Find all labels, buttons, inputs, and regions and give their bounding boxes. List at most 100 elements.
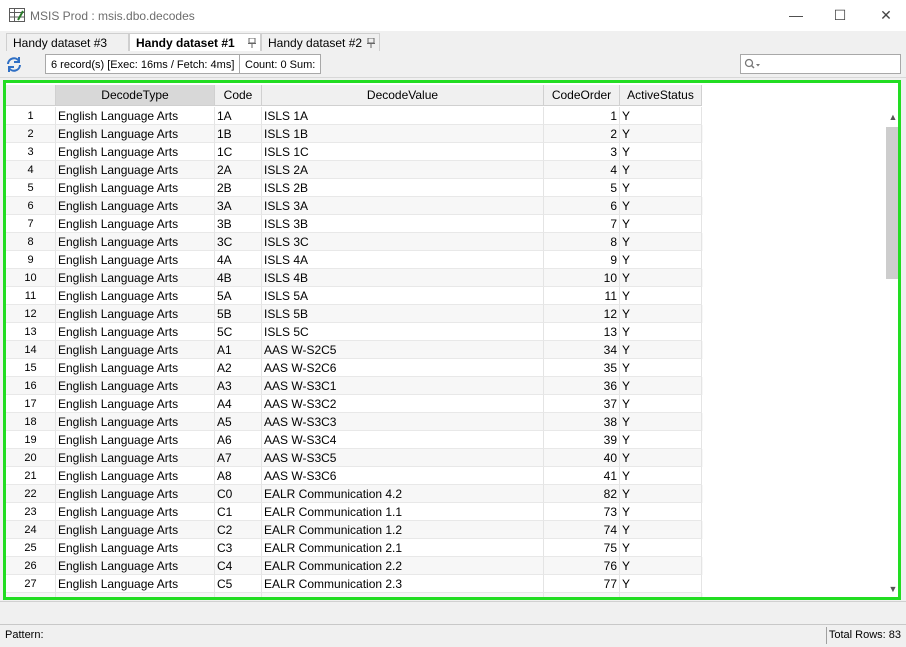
activestatus-cell[interactable]: Y xyxy=(620,125,702,143)
pin-icon[interactable] xyxy=(248,38,256,48)
table-row[interactable]: 22 English Language Arts C0 EALR Communicat… xyxy=(6,485,703,503)
table-row[interactable]: 28English Language ArtsC6EALR Communicat… xyxy=(6,593,703,597)
column-header-code[interactable]: Code xyxy=(215,85,262,106)
decodetype-cell[interactable]: English Language Arts xyxy=(56,287,215,305)
decodetype-cell[interactable]: English Language Arts xyxy=(56,485,215,503)
decodevalue-cell[interactable]: ISLS 2A xyxy=(262,161,544,179)
activestatus-cell[interactable]: Y xyxy=(620,449,702,467)
code-cell[interactable]: A3 xyxy=(215,377,262,395)
activestatus-cell[interactable]: Y xyxy=(620,323,702,341)
decodevalue-cell[interactable]: ISLS 1B xyxy=(262,125,544,143)
table-row[interactable]: 9 English Language Arts 4A ISLS 4A 9 Y xyxy=(6,251,703,269)
vertical-scrollbar[interactable]: ▲ ▼ xyxy=(885,109,898,597)
codeorder-cell[interactable]: 6 xyxy=(544,197,620,215)
codeorder-cell[interactable]: 39 xyxy=(544,431,620,449)
table-row[interactable]: 23 English Language Arts C1 EALR Communicat… xyxy=(6,503,703,521)
decodetype-cell[interactable]: English Language Arts xyxy=(56,179,215,197)
refresh-icon[interactable] xyxy=(4,55,24,74)
code-cell[interactable]: A8 xyxy=(215,467,262,485)
code-cell[interactable]: 5B xyxy=(215,305,262,323)
decodetype-cell[interactable]: English Language Arts xyxy=(56,503,215,521)
code-cell[interactable]: 1C xyxy=(215,143,262,161)
decodetype-cell[interactable]: English Language Arts xyxy=(56,323,215,341)
decodetype-cell[interactable]: English Language Arts xyxy=(56,143,215,161)
decodevalue-cell[interactable]: ISLS 5B xyxy=(262,305,544,323)
code-cell[interactable]: A5 xyxy=(215,413,262,431)
activestatus-cell[interactable]: Y xyxy=(620,395,702,413)
code-cell[interactable]: A6 xyxy=(215,431,262,449)
table-row[interactable]: 20 English Language Arts A7 AAS W-S3C5 40 Y xyxy=(6,449,703,467)
codeorder-cell[interactable]: 36 xyxy=(544,377,620,395)
code-cell[interactable]: 2B xyxy=(215,179,262,197)
activestatus-cell[interactable]: Y xyxy=(620,197,702,215)
decodetype-cell[interactable]: English Language Arts xyxy=(56,359,215,377)
decodevalue-cell[interactable]: ISLS 4A xyxy=(262,251,544,269)
table-row[interactable]: 13 English Language Arts 5C ISLS 5C 13 Y xyxy=(6,323,703,341)
decodetype-cell[interactable]: English Language Arts xyxy=(56,593,215,597)
decodevalue-cell[interactable]: EALR Communication 2.3 xyxy=(262,575,544,593)
table-row[interactable]: 4 English Language Arts 2A ISLS 2A 4 Y xyxy=(6,161,703,179)
codeorder-cell[interactable]: 77 xyxy=(544,575,620,593)
code-cell[interactable]: 3A xyxy=(215,197,262,215)
codeorder-cell[interactable]: 7 xyxy=(544,215,620,233)
code-cell[interactable]: 1B xyxy=(215,125,262,143)
code-cell[interactable]: 3B xyxy=(215,215,262,233)
activestatus-cell[interactable]: Y xyxy=(620,539,702,557)
table-row[interactable]: 1 English Language Arts 1A ISLS 1A 1 Y xyxy=(6,107,703,125)
decodetype-cell[interactable]: English Language Arts xyxy=(56,107,215,125)
codeorder-cell[interactable]: 34 xyxy=(544,341,620,359)
codeorder-cell[interactable]: 76 xyxy=(544,557,620,575)
activestatus-cell[interactable]: Y xyxy=(620,467,702,485)
activestatus-cell[interactable]: Y xyxy=(620,503,702,521)
activestatus-cell[interactable]: Y xyxy=(620,269,702,287)
table-row[interactable]: 25 English Language Arts C3 EALR Communicat… xyxy=(6,539,703,557)
activestatus-cell[interactable]: Y xyxy=(620,359,702,377)
code-cell[interactable]: C3 xyxy=(215,539,262,557)
codeorder-cell[interactable]: 78 xyxy=(544,593,620,597)
codeorder-cell[interactable]: 3 xyxy=(544,143,620,161)
activestatus-cell[interactable]: Y xyxy=(620,575,702,593)
search-input[interactable] xyxy=(740,54,901,74)
table-row[interactable]: 26 English Language Arts C4 EALR Communicat… xyxy=(6,557,703,575)
decodevalue-cell[interactable]: EALR Communication 1.2 xyxy=(262,521,544,539)
decodetype-cell[interactable]: English Language Arts xyxy=(56,431,215,449)
decodetype-cell[interactable]: English Language Arts xyxy=(56,395,215,413)
activestatus-cell[interactable]: Y xyxy=(620,557,702,575)
decodetype-cell[interactable]: English Language Arts xyxy=(56,413,215,431)
codeorder-cell[interactable]: 82 xyxy=(544,485,620,503)
table-row[interactable]: 18 English Language Arts A5 AAS W-S3C3 38 Y xyxy=(6,413,703,431)
codeorder-cell[interactable]: 41 xyxy=(544,467,620,485)
activestatus-cell[interactable]: Y xyxy=(620,179,702,197)
code-cell[interactable]: 3C xyxy=(215,233,262,251)
codeorder-cell[interactable]: 9 xyxy=(544,251,620,269)
activestatus-cell[interactable]: Y xyxy=(620,485,702,503)
table-row[interactable]: 19 English Language Arts A6 AAS W-S3C4 39 Y xyxy=(6,431,703,449)
decodevalue-cell[interactable]: EALR Communication 2.1 xyxy=(262,539,544,557)
code-cell[interactable]: 5A xyxy=(215,287,262,305)
close-button[interactable]: ✕ xyxy=(871,4,901,26)
activestatus-cell[interactable]: Y xyxy=(620,287,702,305)
scroll-down-icon[interactable]: ▼ xyxy=(885,581,898,597)
decodevalue-cell[interactable]: AAS W-S2C5 xyxy=(262,341,544,359)
activestatus-cell[interactable]: Y xyxy=(620,143,702,161)
code-cell[interactable]: A7 xyxy=(215,449,262,467)
table-row[interactable]: 5 English Language Arts 2B ISLS 2B 5 Y xyxy=(6,179,703,197)
decodetype-cell[interactable]: English Language Arts xyxy=(56,539,215,557)
scroll-thumb[interactable] xyxy=(886,127,898,279)
decodevalue-cell[interactable]: AAS W-S2C6 xyxy=(262,359,544,377)
table-row[interactable]: 12 English Language Arts 5B ISLS 5B 12 Y xyxy=(6,305,703,323)
decodevalue-cell[interactable]: ISLS 5A xyxy=(262,287,544,305)
codeorder-cell[interactable]: 75 xyxy=(544,539,620,557)
decodevalue-cell[interactable]: EALR Communication 2.2 xyxy=(262,557,544,575)
tab-handy-dataset-1[interactable]: Handy dataset #1 xyxy=(129,33,261,51)
code-cell[interactable]: C1 xyxy=(215,503,262,521)
decodevalue-cell[interactable]: ISLS 1C xyxy=(262,143,544,161)
code-cell[interactable]: C2 xyxy=(215,521,262,539)
table-row[interactable]: 24 English Language Arts C2 EALR Communicat… xyxy=(6,521,703,539)
table-row[interactable]: 3 English Language Arts 1C ISLS 1C 3 Y xyxy=(6,143,703,161)
decodetype-cell[interactable]: English Language Arts xyxy=(56,377,215,395)
table-row[interactable]: 14 English Language Arts A1 AAS W-S2C5 34 Y xyxy=(6,341,703,359)
activestatus-cell[interactable]: Y xyxy=(620,431,702,449)
table-row[interactable]: 8 English Language Arts 3C ISLS 3C 8 Y xyxy=(6,233,703,251)
decodevalue-cell[interactable]: ISLS 1A xyxy=(262,107,544,125)
